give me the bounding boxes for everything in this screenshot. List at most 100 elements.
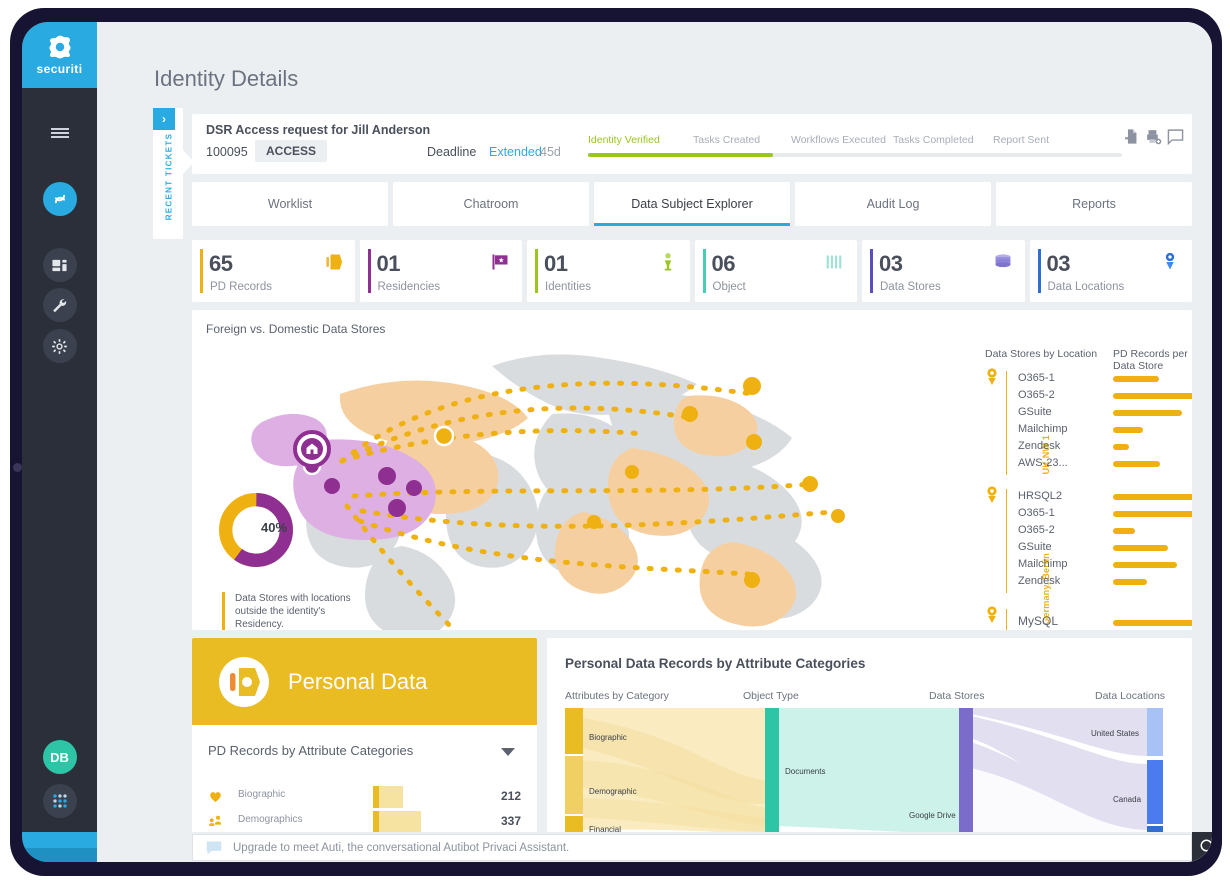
donut-note: Data Stores with locations outside the i… — [222, 592, 362, 630]
kpi-label: Data Locations — [1047, 281, 1125, 293]
sankey-label-biographic: Biographic — [589, 733, 627, 742]
bottom-bar: Upgrade to meet Auti, the conversational… — [172, 832, 1212, 862]
recent-tickets-label: RECENT TICKETS — [164, 132, 174, 221]
sankey-node-united-states[interactable] — [1147, 708, 1163, 756]
data-store-bar — [1113, 562, 1177, 568]
data-store-group: UK NW 1 O365-1 O365-2 GSuite Mailchimp Z… — [985, 368, 1192, 476]
chevron-down-icon[interactable] — [501, 748, 515, 756]
data-store-row[interactable]: AWS-23... — [985, 456, 1185, 473]
deadline-status[interactable]: Extended — [489, 145, 542, 159]
kpi-value: 06 — [711, 251, 736, 276]
tab-worklist[interactable]: Worklist — [192, 182, 388, 226]
data-store-row[interactable]: Zendesk — [985, 574, 1185, 591]
personal-data-hexagon-icon — [219, 656, 269, 707]
data-store-bar — [1113, 410, 1182, 416]
sidebar-item-settings[interactable] — [42, 329, 77, 363]
map-home-marker[interactable] — [293, 430, 331, 468]
data-store-bar — [1113, 545, 1168, 551]
sankey-node-biographic[interactable] — [565, 708, 583, 754]
pd-attribute-row[interactable]: Biographic 212 — [208, 786, 521, 811]
world-map[interactable] — [192, 336, 912, 630]
people-icon — [208, 815, 222, 826]
brand-name: securiti — [36, 62, 83, 76]
assistant-input[interactable]: Upgrade to meet Auti, the conversational… — [192, 834, 1192, 861]
sidebar-item-reports[interactable] — [42, 248, 77, 282]
sankey-node-google-drive[interactable] — [959, 708, 973, 834]
data-store-bar — [1113, 427, 1143, 433]
kpi-residencies[interactable]: 01 Residencies — [359, 240, 522, 302]
data-store-group: MySQL — [985, 606, 1192, 630]
securiti-logo-icon — [48, 35, 71, 59]
pd-attribute-row[interactable]: Demographics 337 — [208, 811, 521, 834]
kpi-data-stores[interactable]: 03 Data Stores — [862, 240, 1025, 302]
comment-icon[interactable] — [1167, 128, 1184, 145]
data-stores-column-header: Data Stores by Location — [985, 348, 1098, 360]
sankey-node-documents[interactable] — [765, 708, 779, 834]
camera-dot — [13, 463, 22, 472]
data-store-row[interactable]: HRSQL2 — [985, 489, 1192, 506]
data-store-row[interactable]: Mailchimp — [985, 557, 1185, 574]
data-store-row[interactable]: MySQL — [985, 613, 1192, 630]
brand-logo[interactable]: securiti — [22, 22, 97, 88]
kpi-identities[interactable]: 01 Identities — [527, 240, 690, 302]
tab-data-subject-explorer[interactable]: Data Subject Explorer — [594, 182, 790, 226]
step-workflows-executed[interactable]: Workflows Executed — [791, 134, 886, 146]
data-store-bar — [1113, 579, 1147, 585]
tab-chatroom[interactable]: Chatroom — [393, 182, 589, 226]
data-store-row[interactable]: O365-1 — [985, 506, 1192, 523]
data-store-row[interactable]: O365-1 — [985, 371, 1185, 388]
print-icon[interactable] — [1145, 128, 1162, 145]
sidebar-item-tools[interactable] — [42, 288, 77, 322]
kpi-accent-bar — [200, 249, 203, 293]
donut-value: 40% — [260, 520, 288, 535]
left-sidebar: securiti DB — [22, 22, 97, 862]
gear-icon — [52, 338, 67, 354]
kpi-object[interactable]: 06 Object — [694, 240, 857, 302]
dashboard-icon — [52, 259, 67, 271]
sankey-node-canada[interactable] — [1147, 760, 1163, 824]
tab-reports[interactable]: Reports — [996, 182, 1192, 226]
data-store-bar — [1113, 620, 1192, 626]
kpi-accent-bar — [1037, 249, 1041, 293]
step-tasks-completed[interactable]: Tasks Completed — [893, 134, 974, 146]
hamburger-menu-icon[interactable] — [43, 116, 77, 150]
data-store-row[interactable]: O365-2 — [985, 388, 1192, 405]
sankey-stage-header: Data Stores — [929, 690, 985, 702]
personal-data-title: Personal Data — [288, 668, 428, 694]
data-store-row[interactable]: Zendesk — [985, 439, 1185, 456]
sidebar-item-home[interactable] — [42, 182, 77, 216]
tab-audit-log[interactable]: Audit Log — [795, 182, 991, 226]
sankey-label-demographic: Demographic — [589, 787, 637, 796]
kpi-label: Object — [712, 281, 746, 293]
data-store-row[interactable]: GSuite — [985, 540, 1185, 557]
sankey-links-stage-2 — [971, 708, 1147, 834]
data-store-row[interactable]: O365-2 — [985, 523, 1185, 540]
kpi-value: 65 — [209, 251, 233, 276]
data-store-name: AWS-23... — [1018, 457, 1068, 469]
deadline-days: 45d — [540, 145, 561, 159]
avatar[interactable]: DB — [42, 740, 77, 774]
export-document-icon[interactable] — [1123, 128, 1140, 145]
data-store-row[interactable]: Mailchimp — [985, 422, 1185, 439]
residency-donut: 40% Data Stores with locations outside t… — [216, 490, 376, 630]
sankey-node-demographic[interactable] — [565, 756, 583, 814]
progress-fill — [588, 153, 773, 157]
sankey-label-google-drive: Google Drive — [909, 811, 956, 820]
wrench-icon — [53, 298, 67, 312]
kpi-data-locations[interactable]: 03 Data Locations — [1029, 240, 1192, 302]
map-pin-icon — [1165, 252, 1175, 270]
data-store-row[interactable]: GSuite — [985, 405, 1185, 422]
recent-tickets-expand-button[interactable]: › — [153, 108, 175, 130]
step-tasks-created[interactable]: Tasks Created — [693, 134, 760, 146]
step-report-sent[interactable]: Report Sent — [993, 134, 1049, 146]
personal-data-banner: Personal Data — [192, 638, 537, 725]
pd-attribute-label: Biographic — [238, 789, 286, 800]
kpi-label: Identities — [545, 281, 592, 293]
data-store-bar — [1113, 444, 1129, 450]
step-identity-verified[interactable]: Identity Verified — [588, 134, 660, 146]
rail-footer-wave — [22, 848, 97, 862]
search-icon[interactable] — [1199, 838, 1212, 856]
apps-grid-button[interactable] — [42, 784, 77, 818]
sankey-diagram[interactable]: Biographic Demographic Financial Documen… — [547, 708, 1192, 834]
kpi-pd-records[interactable]: 65 PD Records — [192, 240, 355, 302]
